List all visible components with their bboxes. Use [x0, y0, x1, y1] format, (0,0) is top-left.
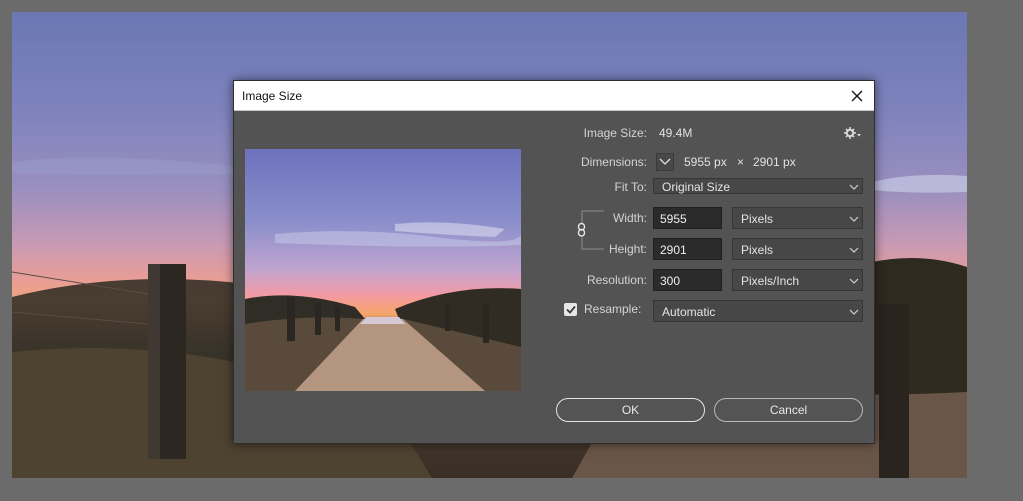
- fit-to-label: Fit To:: [614, 180, 647, 194]
- height-unit: Pixels: [741, 243, 774, 257]
- settings-gear-button[interactable]: [844, 126, 862, 140]
- chevron-down-icon: [849, 309, 859, 315]
- width-value: 5955: [660, 212, 687, 226]
- dimensions-height: 2901 px: [753, 155, 796, 169]
- gear-icon: [844, 127, 861, 139]
- resample-checkbox[interactable]: [564, 303, 577, 316]
- resample-label: Resample:: [584, 302, 642, 316]
- checkmark-icon: [565, 305, 576, 314]
- width-label: Width:: [612, 211, 647, 225]
- resolution-unit: Pixels/Inch: [741, 274, 800, 288]
- height-label: Height:: [608, 242, 647, 256]
- dialog-title: Image Size: [242, 89, 303, 103]
- image-size-dialog: Image Size Image Size: 49.4M Dimensions:…: [233, 80, 875, 444]
- cancel-button[interactable]: Cancel: [714, 398, 863, 422]
- fit-to-select[interactable]: Original Size: [653, 178, 863, 194]
- resolution-input[interactable]: 300: [653, 269, 722, 291]
- chevron-down-icon: [849, 278, 859, 284]
- dialog-titlebar[interactable]: Image Size: [234, 81, 874, 111]
- height-input[interactable]: 2901: [653, 238, 722, 260]
- close-icon: [851, 90, 863, 102]
- resample-select[interactable]: Automatic: [653, 300, 863, 322]
- height-unit-select[interactable]: Pixels: [732, 238, 863, 260]
- chevron-down-icon: [849, 247, 859, 253]
- resample-value: Automatic: [662, 305, 716, 319]
- fit-to-value: Original Size: [662, 180, 731, 194]
- image-size-label: Image Size:: [583, 126, 647, 140]
- chevron-down-icon: [849, 216, 859, 222]
- resolution-value: 300: [660, 274, 681, 288]
- height-value: 2901: [660, 243, 687, 257]
- dimensions-width: 5955 px: [684, 155, 727, 169]
- width-unit-select[interactable]: Pixels: [732, 207, 863, 229]
- ok-button[interactable]: OK: [556, 398, 705, 422]
- resolution-label: Resolution:: [586, 273, 647, 287]
- image-preview[interactable]: [245, 149, 521, 391]
- dimensions-label: Dimensions:: [580, 155, 647, 169]
- resolution-unit-select[interactable]: Pixels/Inch: [732, 269, 863, 291]
- dimensions-separator: ×: [737, 155, 745, 169]
- dimensions-toggle[interactable]: [656, 153, 674, 171]
- width-input[interactable]: 5955: [653, 207, 722, 229]
- width-unit: Pixels: [741, 212, 774, 226]
- close-button[interactable]: [846, 85, 868, 107]
- image-size-value: 49.4M: [659, 126, 693, 140]
- preview-image: [245, 149, 521, 391]
- chevron-down-icon: [659, 158, 671, 165]
- chevron-down-icon: [849, 184, 859, 190]
